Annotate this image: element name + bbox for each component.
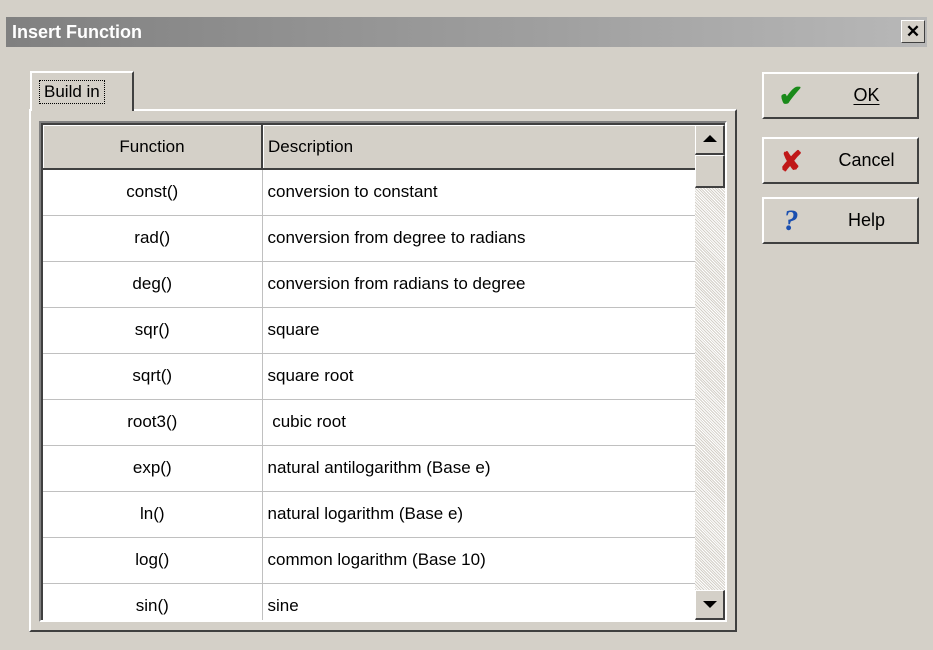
table-row[interactable]: ln() natural logarithm (Base e) (43, 491, 699, 538)
scroll-up-button[interactable] (695, 125, 725, 155)
description-cell[interactable]: common logarithm (Base 10) (262, 537, 699, 584)
function-cell[interactable]: sqr() (43, 307, 263, 354)
description-cell[interactable]: cubic root (262, 399, 699, 446)
table-row[interactable]: sqr() square (43, 307, 699, 354)
close-button[interactable]: ✕ (901, 20, 925, 43)
table-row[interactable]: root3() cubic root (43, 399, 699, 446)
checkmark-icon: ✔ (778, 79, 804, 113)
function-table: Function Description const() conversion … (43, 125, 699, 620)
scroll-down-button[interactable] (695, 590, 725, 620)
tab-build-in[interactable]: Build in (30, 71, 134, 111)
help-button[interactable]: ? Help (762, 197, 919, 244)
description-cell[interactable]: square (262, 307, 699, 354)
table-row[interactable]: const() conversion to constant (43, 169, 699, 216)
description-cell[interactable]: natural antilogarithm (Base e) (262, 445, 699, 492)
ok-label: OK (853, 85, 880, 105)
function-cell[interactable]: exp() (43, 445, 263, 492)
function-cell[interactable]: rad() (43, 215, 263, 262)
function-cell[interactable]: sqrt() (43, 353, 263, 400)
description-cell[interactable]: sine (262, 583, 699, 620)
arrow-up-icon (703, 135, 717, 142)
ok-button[interactable]: ✔ OK (762, 72, 919, 119)
insert-function-dialog: Insert Function ✕ Build in Function Desc… (0, 0, 933, 650)
tab-label: Build in (39, 80, 105, 104)
table-row[interactable]: rad() conversion from degree to radians (43, 215, 699, 262)
description-cell[interactable]: conversion to constant (262, 169, 699, 216)
description-cell[interactable]: conversion from radians to degree (262, 261, 699, 308)
table-row[interactable]: sin() sine (43, 583, 699, 620)
tab-panel: Function Description const() conversion … (29, 109, 737, 632)
cancel-label: Cancel (838, 150, 895, 170)
description-cell[interactable]: conversion from degree to radians (262, 215, 699, 262)
title-bar[interactable]: Insert Function ✕ (6, 17, 927, 47)
vertical-scrollbar[interactable] (695, 125, 725, 620)
function-cell[interactable]: const() (43, 169, 263, 216)
table-row[interactable]: log() common logarithm (Base 10) (43, 537, 699, 584)
description-cell[interactable]: square root (262, 353, 699, 400)
function-cell[interactable]: root3() (43, 399, 263, 446)
question-icon: ? (783, 204, 799, 237)
x-icon: ✘ (779, 145, 803, 177)
dialog-title: Insert Function (12, 22, 142, 42)
column-header-description[interactable]: Description (262, 125, 699, 170)
table-header-row: Function Description (43, 125, 699, 170)
help-label: Help (847, 210, 886, 230)
column-header-function[interactable]: Function (43, 125, 263, 170)
table-row[interactable]: exp() natural antilogarithm (Base e) (43, 445, 699, 492)
function-cell[interactable]: deg() (43, 261, 263, 308)
function-cell[interactable]: log() (43, 537, 263, 584)
arrow-down-icon (703, 601, 717, 608)
function-grid: Function Description const() conversion … (39, 121, 727, 622)
cancel-button[interactable]: ✘ Cancel (762, 137, 919, 184)
description-cell[interactable]: natural logarithm (Base e) (262, 491, 699, 538)
function-cell[interactable]: sin() (43, 583, 263, 620)
close-icon: ✕ (905, 22, 921, 41)
table-row[interactable]: sqrt() square root (43, 353, 699, 400)
table-row[interactable]: deg() conversion from radians to degree (43, 261, 699, 308)
function-cell[interactable]: ln() (43, 491, 263, 538)
scroll-thumb[interactable] (695, 155, 725, 188)
